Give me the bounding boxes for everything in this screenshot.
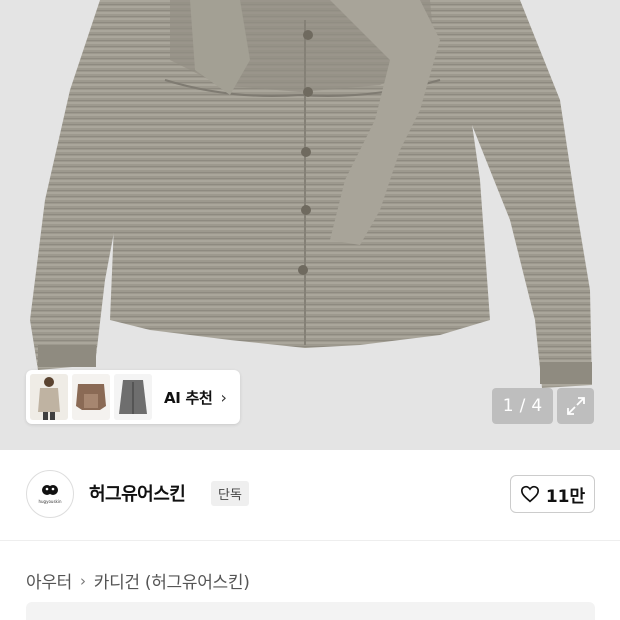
brand-logo[interactable]: hugyouskin <box>26 470 74 518</box>
like-button[interactable]: 11만 <box>510 475 595 513</box>
brand-logo-icon <box>42 485 58 495</box>
image-counter: 1 / 4 <box>492 388 553 424</box>
counter-current: 1 <box>502 396 514 416</box>
counter-total: 4 <box>531 396 543 416</box>
counter-separator: / <box>519 396 526 416</box>
brand-name[interactable]: 허그유어스킨 <box>89 480 186 506</box>
breadcrumb-item-outer[interactable]: 아우터 <box>26 568 72 593</box>
heart-icon <box>520 485 539 503</box>
brand-logo-text: hugyouskin <box>38 499 62 504</box>
ai-recommend-label: AI 추천 <box>164 388 213 407</box>
brand-row: hugyouskin 허그유어스킨 단독 11만 <box>0 468 620 520</box>
exclusive-badge: 단독 <box>211 481 249 506</box>
expand-button[interactable] <box>557 388 594 424</box>
ai-thumb-cardigan-icon[interactable] <box>114 374 152 420</box>
product-image-carousel[interactable]: AI 추천 › 1 / 4 <box>0 0 620 450</box>
ai-thumb-model-icon[interactable] <box>30 374 68 420</box>
expand-icon <box>566 397 585 415</box>
chevron-right-icon: › <box>80 571 86 590</box>
divider <box>0 540 620 541</box>
ai-recommend-button[interactable]: AI 추천 › <box>26 370 240 424</box>
chevron-right-icon: › <box>220 387 227 407</box>
info-panel <box>26 602 595 620</box>
like-count: 11만 <box>545 486 586 507</box>
breadcrumb-item-cardigan[interactable]: 카디건 (허그유어스킨) <box>94 568 250 593</box>
breadcrumb: 아우터 › 카디건 (허그유어스킨) <box>26 568 250 594</box>
ai-thumb-top-icon[interactable] <box>72 374 110 420</box>
